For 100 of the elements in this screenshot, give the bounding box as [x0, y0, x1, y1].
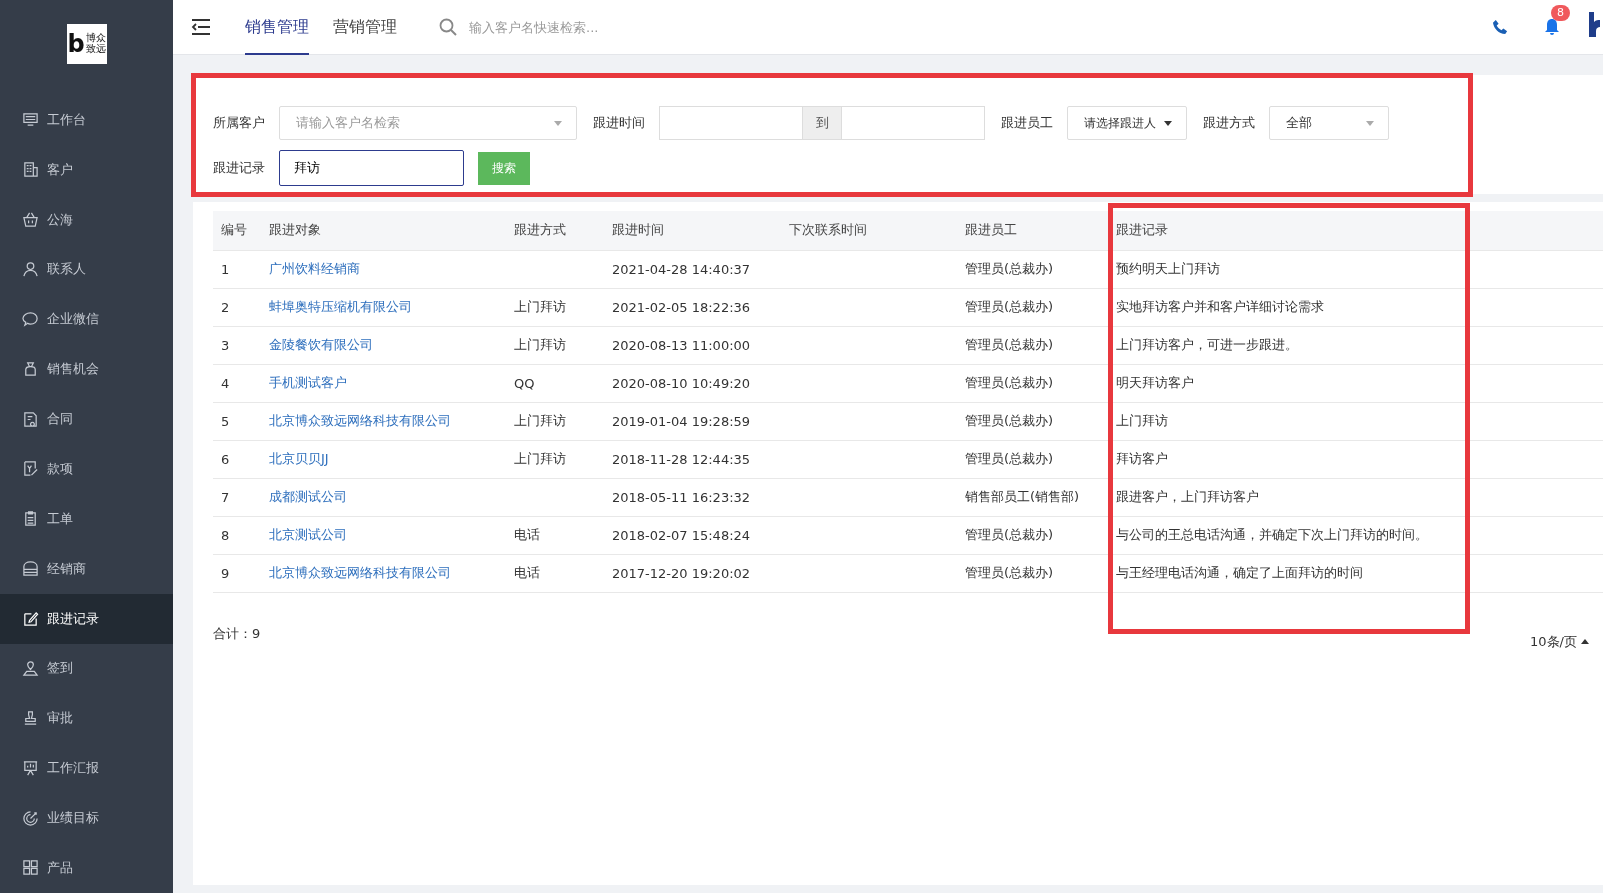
table-cell: 管理员(总裁办)	[965, 375, 1054, 390]
notification-badge: 8	[1551, 5, 1570, 21]
table-cell: 8	[221, 527, 230, 543]
page-size-select[interactable]: 10条/页	[1530, 632, 1589, 651]
table-cell: 管理员(总裁办)	[965, 261, 1054, 276]
search-icon	[439, 18, 457, 36]
bell-icon[interactable]	[1543, 18, 1561, 36]
table-cell: 管理员(总裁办)	[965, 527, 1054, 542]
nav-tab[interactable]: 销售管理	[245, 0, 309, 55]
customer-link[interactable]: 手机测试客户	[269, 375, 347, 390]
caret-icon	[554, 120, 562, 126]
sidebar-item[interactable]: 款项	[0, 444, 173, 494]
chat-icon	[22, 310, 39, 328]
table-cell: 管理员(总裁办)	[965, 337, 1054, 352]
table-cell: 实地拜访客户并和客户详细讨论需求	[1116, 299, 1324, 314]
phone-icon[interactable]	[1492, 18, 1509, 36]
sidebar-item[interactable]: 跟进记录	[0, 593, 173, 644]
table-cell: 4	[221, 375, 230, 391]
table-cell: 管理员(总裁办)	[965, 565, 1054, 580]
table-cell: 上门拜访	[514, 413, 566, 428]
sidebar-item[interactable]: 合同	[0, 394, 173, 445]
table-cell: 2018-02-07 15:48:24	[612, 527, 751, 543]
table-cell: 2020-08-10 10:49:20	[612, 375, 751, 391]
table-cell: 2021-04-28 14:40:37	[612, 261, 751, 277]
column-header: 跟进方式	[506, 211, 604, 250]
filter-label: 跟进时间	[593, 114, 645, 132]
employee-select[interactable]: 请选择跟进人	[1067, 106, 1187, 140]
column-header: 编号	[213, 211, 261, 250]
caret-icon	[1581, 639, 1589, 644]
table-cell: 预约明天上门拜访	[1116, 261, 1220, 276]
menu-collapse-icon[interactable]	[191, 19, 211, 35]
table-cell: 2019-01-04 19:28:59	[612, 413, 751, 429]
table-cell: 上门拜访	[1116, 413, 1168, 428]
sidebar-item[interactable]: 客户	[0, 144, 173, 195]
filter-label: 跟进方式	[1203, 114, 1255, 132]
document-icon	[22, 410, 39, 428]
monitor-icon	[22, 111, 39, 129]
total-count: 合计：9	[213, 624, 261, 643]
record-search-field[interactable]: 拜访	[279, 150, 464, 186]
method-select[interactable]: 全部	[1269, 106, 1389, 140]
filter-label: 跟进员工	[1001, 114, 1053, 132]
table-cell: 6	[221, 451, 230, 467]
end-date-field[interactable]	[841, 106, 985, 140]
table-cell: 2018-05-11 16:23:32	[612, 489, 751, 505]
edit-icon	[22, 610, 39, 628]
sidebar-item[interactable]: 经销商	[0, 543, 173, 594]
table-cell: QQ	[514, 375, 535, 391]
caret-icon	[1366, 120, 1374, 126]
caret-icon	[1164, 120, 1172, 126]
sidebar-item[interactable]: 工作汇报	[0, 743, 173, 794]
table-cell: 拜访客户	[1116, 451, 1168, 466]
table-cell: 2018-11-28 12:44:35	[612, 451, 751, 467]
table-cell: 与公司的王总电话沟通，并确定下次上门拜访的时间。	[1116, 527, 1428, 542]
filter-label: 所属客户	[213, 114, 265, 132]
sidebar-item[interactable]: 联系人	[0, 244, 173, 295]
sidebar-item[interactable]: 工作台	[0, 94, 173, 145]
basket-icon	[22, 211, 39, 229]
person-icon	[22, 260, 39, 278]
table-cell: 1	[221, 261, 230, 277]
customer-link[interactable]: 广州饮料经销商	[269, 261, 360, 276]
nav-tab[interactable]: 营销管理	[333, 0, 397, 55]
clipboard-icon	[22, 510, 39, 528]
target-icon	[22, 809, 39, 827]
sidebar-item[interactable]: 审批	[0, 693, 173, 744]
table-cell: 上门拜访	[514, 337, 566, 352]
range-separator: 到	[803, 106, 841, 140]
table-cell: 销售部员工(销售部)	[965, 489, 1080, 504]
location-person-icon	[22, 659, 39, 677]
customer-link[interactable]: 蚌埠奥特压缩机有限公司	[269, 299, 412, 314]
table-cell: 管理员(总裁办)	[965, 299, 1054, 314]
table-cell: 管理员(总裁办)	[965, 451, 1054, 466]
table-cell: 明天拜访客户	[1116, 375, 1194, 390]
customer-link[interactable]: 金陵餐饮有限公司	[269, 337, 373, 352]
stamp-icon	[22, 709, 39, 727]
customer-link[interactable]: 北京测试公司	[269, 527, 347, 542]
table-cell: 管理员(总裁办)	[965, 413, 1054, 428]
sidebar-item[interactable]: 工单	[0, 493, 173, 544]
table-cell: 9	[221, 565, 230, 581]
column-header: 跟进对象	[261, 211, 506, 250]
table-cell: 2021-02-05 18:22:36	[612, 299, 751, 315]
store-icon	[22, 560, 39, 578]
customer-link[interactable]: 北京博众致远网络科技有限公司	[269, 413, 451, 428]
sidebar-item[interactable]: 产品	[0, 843, 173, 893]
sidebar-item[interactable]: 企业微信	[0, 294, 173, 345]
sidebar-item[interactable]: 销售机会	[0, 344, 173, 395]
column-header: 跟进员工	[957, 211, 1104, 250]
sidebar-item[interactable]: 公海	[0, 194, 173, 245]
presentation-icon	[22, 759, 39, 777]
customer-link[interactable]: 成都测试公司	[269, 489, 347, 504]
sidebar-item[interactable]: 业绩目标	[0, 793, 173, 844]
table-cell: 与王经理电话沟通，确定了上面拜访的时间	[1116, 565, 1363, 580]
customer-link[interactable]: 北京博众致远网络科技有限公司	[269, 565, 451, 580]
building-icon	[22, 161, 39, 179]
customer-link[interactable]: 北京贝贝JJ	[269, 451, 329, 466]
start-date-field[interactable]	[659, 106, 803, 140]
table-cell: 2017-12-20 19:20:02	[612, 565, 751, 581]
table-cell: 5	[221, 413, 230, 429]
table-cell: 2020-08-13 11:00:00	[612, 337, 751, 353]
sidebar-item[interactable]: 签到	[0, 643, 173, 694]
table-cell: 上门拜访	[514, 451, 566, 466]
